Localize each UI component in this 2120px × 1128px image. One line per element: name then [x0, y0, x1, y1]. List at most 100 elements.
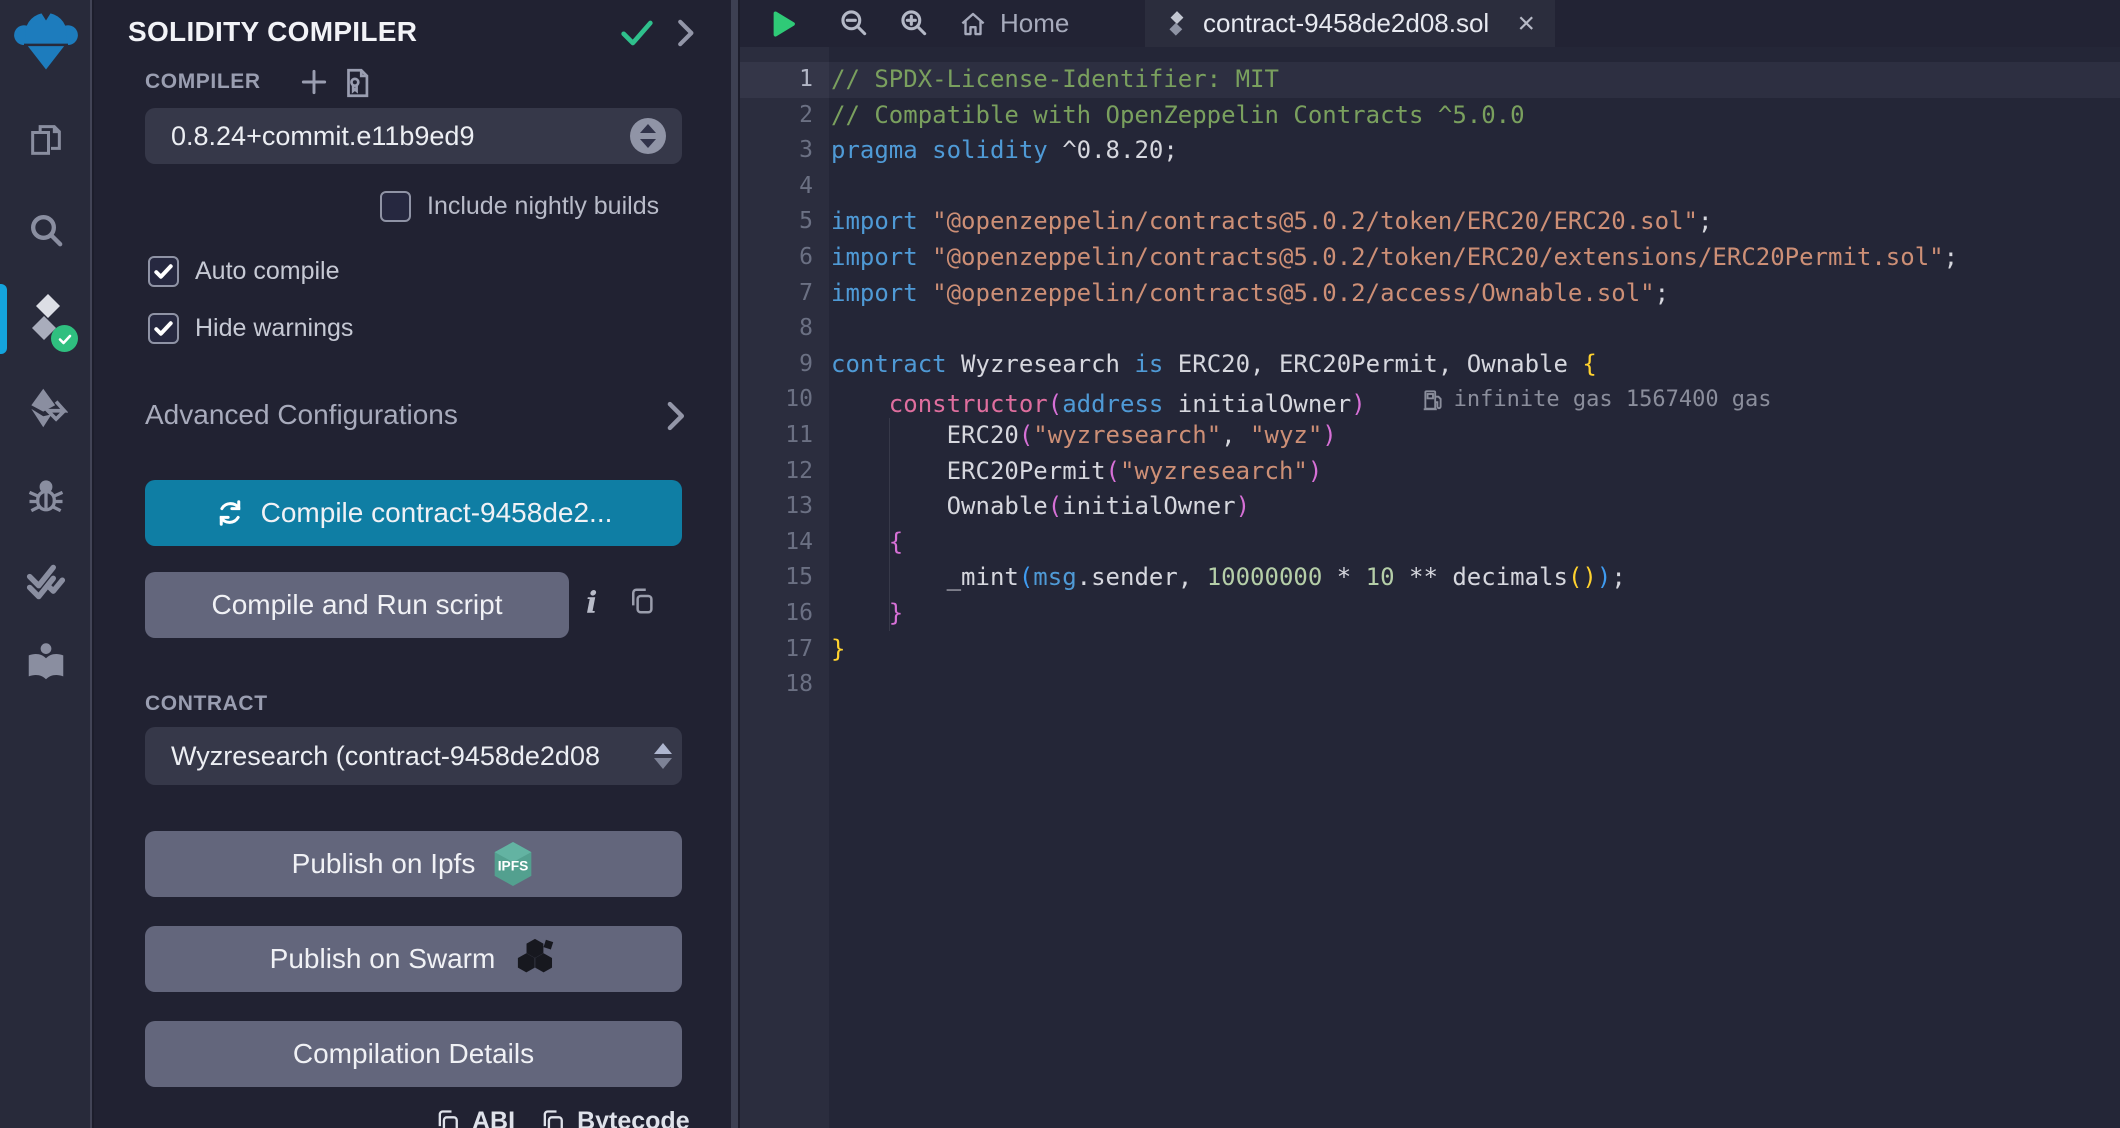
copy-script-icon[interactable] [627, 586, 657, 621]
code-line: pragma solidity ^0.8.20; [831, 136, 1178, 165]
remix-logo-icon[interactable] [0, 8, 92, 76]
contract-select-arrows-icon [654, 743, 672, 769]
publish-swarm-label: Publish on Swarm [269, 943, 496, 974]
deploy-and-run-icon[interactable] [0, 386, 92, 430]
line-number: 1 [799, 66, 813, 92]
compile-and-run-label: Compile and Run script [211, 589, 503, 620]
version-stepper-icon [630, 118, 666, 154]
panel-scrollbar[interactable] [731, 0, 738, 1128]
ipfs-badge-text: IPFS [498, 858, 529, 873]
gutter-numbers: 1 2 3 4 5 6 7 8 9 10 11 12 13 14 15 16 17 18 [740, 62, 829, 703]
info-icon[interactable]: i [586, 588, 597, 619]
compile-button[interactable]: Compile contract-9458de2... [145, 480, 682, 546]
compile-button-label: Compile contract-9458de2... [260, 497, 613, 528]
line-number: 8 [799, 315, 813, 342]
home-icon [961, 12, 985, 35]
copy-bytecode-button[interactable]: Bytecode [539, 1107, 690, 1128]
gas-annotation: infinite gas 1567400 gas [1422, 382, 1772, 418]
gas-pump-icon [1423, 390, 1442, 411]
line-number: 5 [799, 208, 813, 235]
line-number: 9 [799, 350, 813, 377]
solidity-compiler-icon[interactable] [0, 292, 92, 352]
line-number: 15 [785, 564, 813, 591]
code-line: import "@openzeppelin/contracts@5.0.2/ac… [831, 278, 1670, 307]
ipfs-logo-icon: IPFS [494, 842, 532, 886]
remix-ide-window: SOLIDITY COMPILER COMPILER 0.8.24+commit… [0, 0, 2120, 1128]
code-line: _mint(msg.sender, 10000000 * 10 ** decim… [831, 563, 1626, 592]
copy-abi-button[interactable]: ABI [434, 1107, 515, 1128]
file-explorer-icon[interactable] [0, 120, 92, 160]
code-lines: // SPDX-License-Identifier: MIT // Compat… [831, 62, 2120, 703]
panel-expand-chevron-icon[interactable] [672, 17, 698, 54]
tab-file-label: contract-9458de2d08.sol [1203, 8, 1490, 38]
editor-area: Home contract-9458de2d08.sol × 123456789… [740, 0, 2120, 1128]
tab-close-icon[interactable]: × [1517, 8, 1535, 39]
code-line: ERC20Permit("wyzresearch") [831, 456, 1323, 485]
line-number: 16 [785, 599, 813, 626]
editor-toolbar: Home contract-9458de2d08.sol × [740, 0, 2120, 47]
zoom-in-icon[interactable] [898, 7, 930, 44]
line-number: 6 [799, 243, 813, 270]
tab-home[interactable]: Home [958, 0, 1069, 47]
solidity-compiler-panel: SOLIDITY COMPILER COMPILER 0.8.24+commit… [94, 0, 738, 1128]
include-nightly-checkbox[interactable] [380, 191, 411, 222]
run-script-play-button[interactable] [768, 9, 798, 44]
line-number: 18 [785, 671, 813, 698]
compiler-version-value: 0.8.24+commit.e11b9ed9 [171, 120, 475, 151]
compiler-version-select[interactable]: 0.8.24+commit.e11b9ed9 [145, 108, 682, 164]
refresh-icon [219, 500, 240, 526]
code-line: ERC20("wyzresearch", "wyz") [831, 420, 1337, 449]
static-analysis-icon[interactable] [0, 562, 92, 602]
hide-warnings-label: Hide warnings [195, 314, 354, 342]
copy-icon [543, 1109, 563, 1128]
line-number: 13 [785, 493, 813, 520]
compilation-details-button[interactable]: Compilation Details [145, 1021, 682, 1087]
code-line: contract Wyzresearch is ERC20, ERC20Perm… [831, 349, 1597, 378]
code-editor[interactable]: 1 2 3 4 5 6 7 8 9 10 11 12 13 14 15 16 17 18 // SPDX-Lice… [740, 47, 2120, 1128]
publish-ipfs-label: Publish on Ipfs [291, 848, 476, 879]
contract-section-label: CONTRACT [145, 692, 268, 715]
debugger-icon[interactable] [0, 474, 92, 518]
compile-status-check-icon [617, 16, 657, 55]
hide-warnings-checkbox[interactable] [148, 313, 179, 344]
publish-swarm-button[interactable]: Publish on Swarm [145, 926, 682, 992]
search-icon[interactable] [0, 210, 92, 250]
abi-label: ABI [472, 1107, 516, 1128]
contract-select-value: Wyzresearch (contract-9458de2d08 [171, 740, 600, 771]
code-line: import "@openzeppelin/contracts@5.0.2/to… [831, 242, 1959, 271]
auto-compile-checkbox[interactable] [148, 256, 179, 287]
line-number: 2 [799, 101, 813, 128]
code-line: // Compatible with OpenZeppelin Contract… [831, 100, 1525, 129]
zoom-out-icon[interactable] [838, 7, 870, 44]
compile-and-run-button[interactable]: Compile and Run script [145, 572, 569, 638]
compile-success-badge [51, 325, 78, 352]
line-number: 17 [785, 635, 813, 662]
line-number: 12 [785, 457, 813, 484]
swarm-logo-icon [518, 938, 554, 973]
line-number: 4 [799, 172, 813, 199]
code-line: // SPDX-License-Identifier: MIT [831, 65, 1279, 93]
advanced-configurations-label[interactable]: Advanced Configurations [145, 399, 458, 431]
publish-ipfs-button[interactable]: Publish on Ipfs IPFS [145, 831, 682, 897]
compiler-section-label: COMPILER [145, 70, 261, 93]
line-number: 7 [799, 279, 813, 306]
tab-home-label: Home [1000, 8, 1070, 38]
gas-annotation-text: infinite gas 1567400 gas [1453, 387, 1772, 413]
code-line: Ownable(initialOwner) [831, 492, 1251, 521]
code-line: { [888, 527, 904, 556]
copy-icon [438, 1109, 458, 1128]
add-compiler-icon[interactable] [298, 66, 330, 103]
contract-select[interactable]: Wyzresearch (contract-9458de2d08 [145, 727, 682, 785]
advanced-configurations-chevron-icon[interactable] [662, 399, 688, 438]
line-number: 14 [785, 528, 813, 555]
include-nightly-label: Include nightly builds [427, 192, 660, 220]
line-number: 11 [785, 421, 813, 448]
code-line: import "@openzeppelin/contracts@5.0.2/to… [831, 207, 1713, 236]
solidity-file-icon [1169, 10, 1184, 36]
tab-contract-file[interactable]: contract-9458de2d08.sol × [1145, 0, 1555, 47]
learneth-icon[interactable] [0, 640, 92, 686]
compiler-license-icon[interactable] [340, 66, 374, 105]
